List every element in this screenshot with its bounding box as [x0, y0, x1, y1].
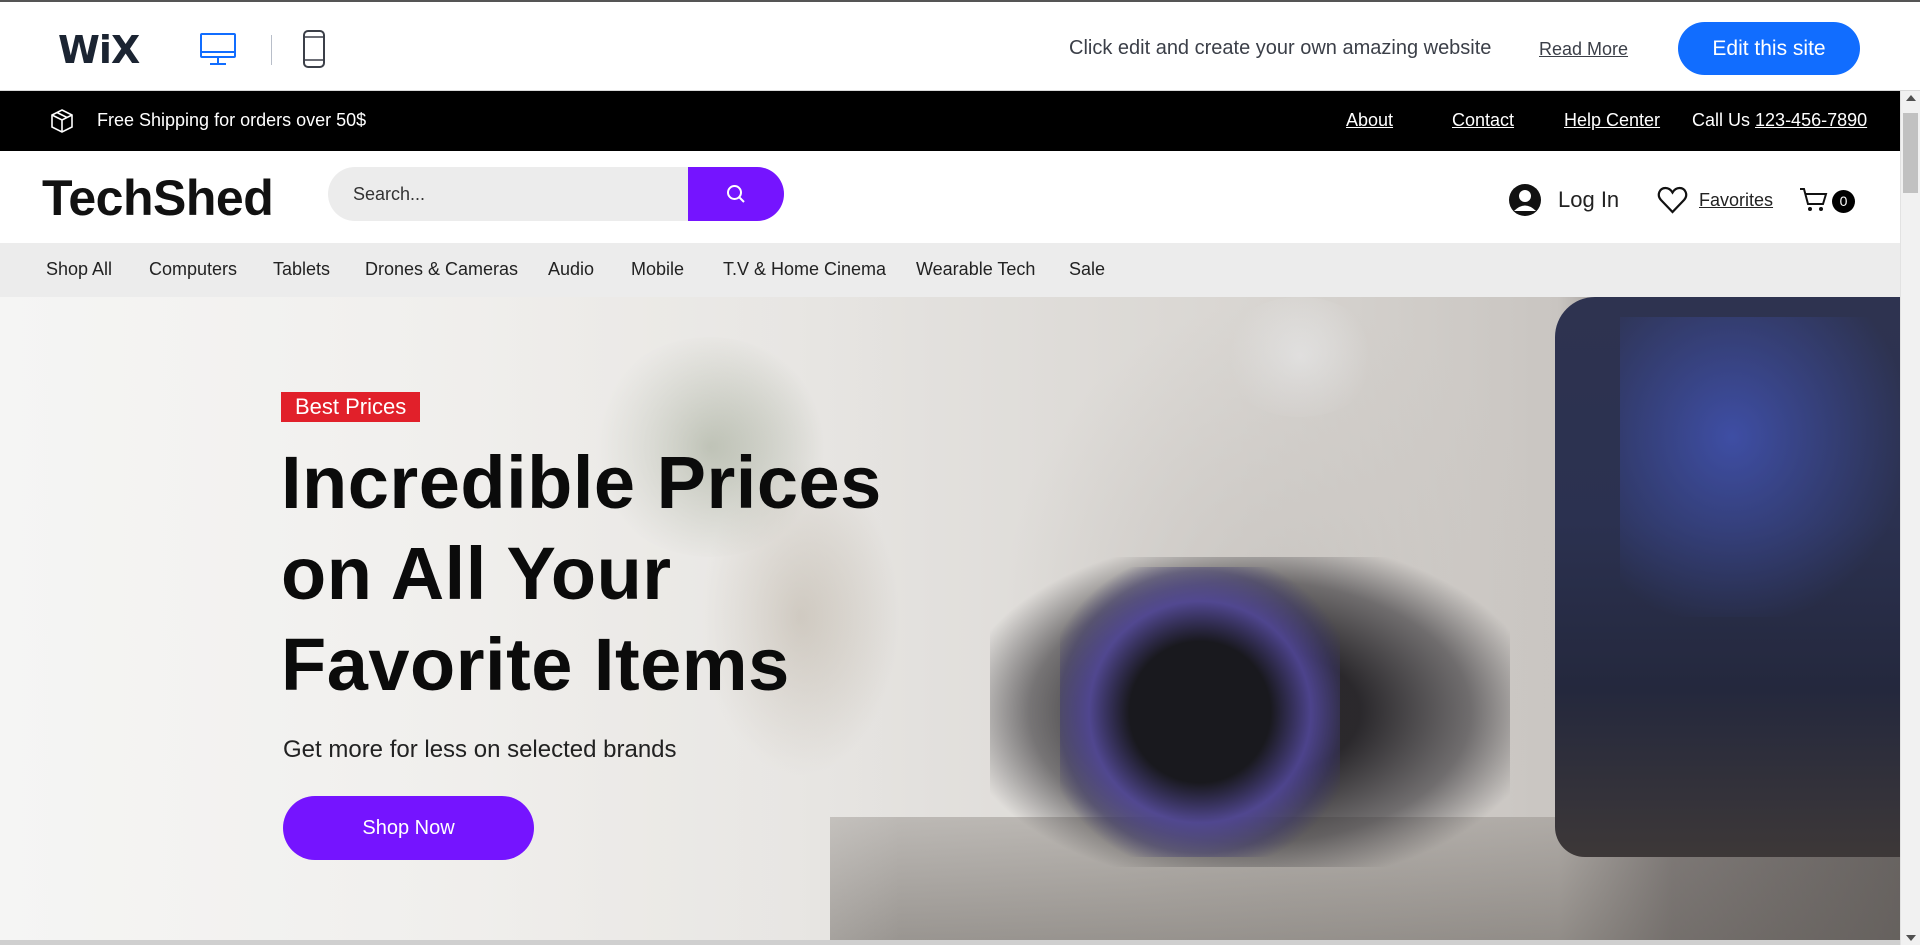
category-nav: Shop All Computers Tablets Drones & Came… — [0, 243, 1900, 297]
shop-now-button[interactable]: Shop Now — [283, 796, 534, 860]
phone-link[interactable]: 123-456-7890 — [1755, 110, 1867, 130]
package-icon — [49, 108, 75, 134]
desktop-icon[interactable] — [199, 30, 237, 68]
contact-link[interactable]: Contact — [1452, 110, 1514, 131]
page-scrollbar[interactable] — [1900, 91, 1920, 945]
hero-title-line: Incredible Prices — [281, 441, 882, 524]
best-prices-badge: Best Prices — [281, 392, 421, 422]
edit-site-button[interactable]: Edit this site — [1678, 22, 1860, 75]
cart-icon — [1800, 188, 1828, 211]
site-viewport: Free Shipping for orders over 50$ About … — [0, 91, 1900, 945]
site-logo[interactable]: TechShed — [42, 169, 274, 227]
shipping-message: Free Shipping for orders over 50$ — [97, 110, 367, 130]
hero-title-line: on All Your — [281, 532, 672, 615]
heart-icon — [1657, 185, 1688, 215]
favorites-label: Favorites — [1699, 190, 1774, 210]
page-bottom-edge — [0, 940, 1900, 945]
nav-item-mobile[interactable]: Mobile — [631, 259, 684, 280]
help-center-link[interactable]: Help Center — [1564, 110, 1660, 131]
nav-item-sale[interactable]: Sale — [1069, 259, 1105, 280]
user-avatar-icon — [1508, 183, 1542, 217]
hero-subtitle: Get more for less on selected brands — [283, 736, 677, 763]
device-separator — [271, 35, 272, 65]
nav-item-computers[interactable]: Computers — [149, 259, 237, 280]
nav-item-drones-cameras[interactable]: Drones & Cameras — [365, 259, 518, 280]
top-strip: Free Shipping for orders over 50$ About … — [0, 91, 1900, 151]
site-header: TechShed Log In Fa — [0, 151, 1900, 243]
hero-banner: Best Prices Incredible Prices on All You… — [0, 297, 1900, 945]
login-label: Log In — [1558, 187, 1620, 212]
search-input[interactable] — [328, 167, 689, 221]
hero-title: Incredible Prices on All Your Favorite I… — [281, 437, 981, 710]
scroll-thumb[interactable] — [1903, 113, 1918, 193]
nav-item-audio[interactable]: Audio — [548, 259, 594, 280]
cart-button[interactable]: 0 — [1799, 187, 1859, 213]
search-icon — [727, 185, 745, 203]
read-more-link[interactable]: Read More — [1539, 39, 1628, 60]
call-us: Call Us 123-456-7890 — [1692, 110, 1867, 131]
wix-editor-bar: WiX Click edit and create your own amazi… — [0, 0, 1920, 91]
editor-message: Click edit and create your own amazing w… — [1069, 37, 1492, 59]
wix-logo[interactable]: WiX — [58, 28, 140, 72]
cart-count-badge: 0 — [1832, 190, 1855, 213]
scroll-down-arrow[interactable] — [1906, 935, 1916, 941]
nav-item-tv-home-cinema[interactable]: T.V & Home Cinema — [723, 259, 886, 280]
scroll-up-arrow[interactable] — [1906, 95, 1916, 101]
nav-item-shop-all[interactable]: Shop All — [46, 259, 112, 280]
about-link[interactable]: About — [1346, 110, 1393, 131]
mobile-icon[interactable] — [302, 30, 326, 68]
hero-title-line: Favorite Items — [281, 623, 790, 706]
search-button[interactable] — [688, 167, 784, 221]
call-label: Call Us — [1692, 110, 1751, 130]
nav-item-tablets[interactable]: Tablets — [273, 259, 330, 280]
nav-item-wearable-tech[interactable]: Wearable Tech — [916, 259, 1035, 280]
